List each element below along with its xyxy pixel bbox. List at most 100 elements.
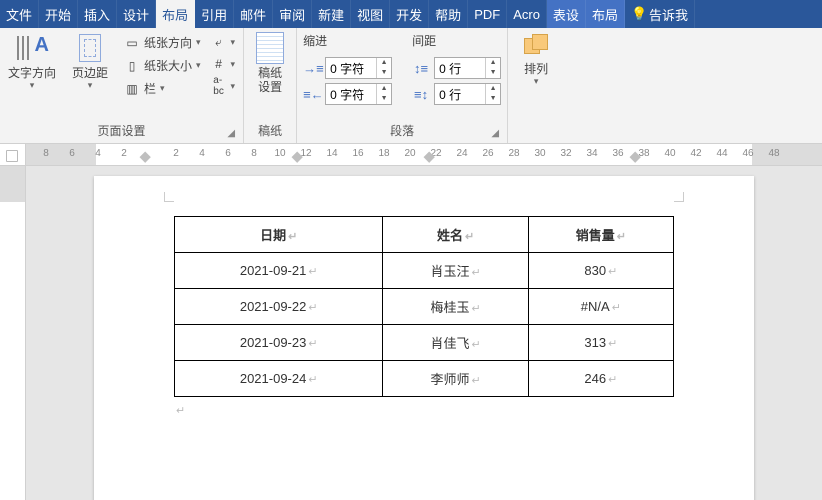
tab-mail[interactable]: 邮件 [234,0,273,28]
spacing-after-input[interactable] [435,87,485,101]
tab-layout[interactable]: 布局 [156,0,195,28]
document-table[interactable]: 日期↵姓名↵销售量↵ 2021-09-21↵肖玉汪↵830↵2021-09-22… [174,216,674,397]
table-cell[interactable]: 李师师↵ [383,361,528,397]
tab-table-design[interactable]: 表设 [547,0,586,28]
table-cell[interactable]: 2021-09-21↵ [175,253,383,289]
chevron-down-icon: ▾ [88,80,93,91]
margin-guide [674,192,684,202]
indent-left-input[interactable] [326,61,376,75]
paragraph-launcher[interactable]: ◢ [491,128,499,139]
margins-button[interactable]: 页边距 ▾ [64,32,116,91]
spin-down[interactable]: ▼ [377,94,391,104]
indent-marker-left[interactable] [140,152,151,163]
tab-file[interactable]: 文件 [0,0,39,28]
spin-up[interactable]: ▲ [486,84,500,94]
table-row[interactable]: 2021-09-21↵肖玉汪↵830↵ [175,253,674,289]
group-arrange: 排列 ▾ [508,28,564,143]
chevron-down-icon: ▾ [30,80,35,91]
margins-icon [76,32,104,64]
document-page[interactable]: 日期↵姓名↵销售量↵ 2021-09-21↵肖玉汪↵830↵2021-09-22… [94,176,754,500]
ruler-number: 30 [534,148,545,159]
chevron-down-icon: ▾ [231,37,236,48]
table-cell[interactable]: 313↵ [528,325,673,361]
spin-down[interactable]: ▼ [486,94,500,104]
table-cell[interactable]: 2021-09-23↵ [175,325,383,361]
orientation-button[interactable]: ▭ 纸张方向 ▾ [122,32,203,53]
ruler-number: 8 [43,148,49,159]
ruler-corner[interactable] [0,144,25,166]
table-cell[interactable]: 肖玉汪↵ [383,253,528,289]
horizontal-ruler[interactable]: 8642246810121416182022242628303234363840… [26,144,822,166]
vertical-ruler-column [0,144,26,500]
vertical-ruler[interactable] [0,166,25,500]
tab-tell-me[interactable]: 💡 告诉我 [625,0,695,28]
table-row[interactable]: 2021-09-24↵李师师↵246↵ [175,361,674,397]
ruler-number: 42 [690,148,701,159]
ruler-number: 4 [95,148,101,159]
tab-home[interactable]: 开始 [39,0,78,28]
tab-view[interactable]: 视图 [351,0,390,28]
paper-size-button[interactable]: ▯ 纸张大小 ▾ [122,55,203,76]
breaks-button[interactable]: ⤶ ▾ [209,32,238,52]
spacing-before-input[interactable] [435,61,485,75]
table-header-cell[interactable]: 姓名↵ [383,217,528,253]
spin-up[interactable]: ▲ [377,84,391,94]
tab-design[interactable]: 设计 [117,0,156,28]
tab-new[interactable]: 新建 [312,0,351,28]
table-cell[interactable]: #N/A↵ [528,289,673,325]
breaks-icon: ⤶ [211,34,227,50]
arrange-button[interactable]: 排列 ▾ [514,32,558,87]
spin-down[interactable]: ▼ [377,68,391,78]
spin-down[interactable]: ▼ [486,68,500,78]
ruler-number: 32 [560,148,571,159]
ruler-number: 8 [251,148,257,159]
text-direction-icon: A [17,32,47,64]
gaozhi-button[interactable]: 稿纸 设置 [250,32,290,95]
tab-acrobat[interactable]: Acro [507,0,547,28]
table-row[interactable]: 2021-09-23↵肖佳飞↵313↵ [175,325,674,361]
table-row[interactable]: 2021-09-22↵梅桂玉↵#N/A↵ [175,289,674,325]
document-scroll[interactable]: 日期↵姓名↵销售量↵ 2021-09-21↵肖玉汪↵830↵2021-09-22… [26,166,822,500]
paper-size-label: 纸张大小 [144,57,192,74]
columns-button[interactable]: ▥ 栏 ▾ [122,78,203,99]
tab-insert[interactable]: 插入 [78,0,117,28]
ruler-number: 10 [274,148,285,159]
tab-help[interactable]: 帮助 [429,0,468,28]
tab-references[interactable]: 引用 [195,0,234,28]
indent-right-input[interactable] [326,87,376,101]
tab-review[interactable]: 审阅 [273,0,312,28]
indent-left-spinner[interactable]: ▲▼ [325,57,392,79]
arrange-label: 排列 [524,62,548,76]
spin-up[interactable]: ▲ [486,58,500,68]
margins-label: 页边距 [72,66,108,80]
ruler-number: 46 [742,148,753,159]
page-setup-launcher[interactable]: ◢ [227,128,235,139]
table-cell[interactable]: 肖佳飞↵ [383,325,528,361]
table-cell[interactable]: 2021-09-22↵ [175,289,383,325]
ruler-number: 4 [199,148,205,159]
spacing-before-icon: ↕≡ [412,61,430,76]
table-cell[interactable]: 246↵ [528,361,673,397]
ruler-number: 6 [69,148,75,159]
chevron-down-icon: ▾ [231,59,236,70]
line-numbers-button[interactable]: # ▾ [209,54,238,74]
spacing-after-spinner[interactable]: ▲▼ [434,83,501,105]
tab-table-layout[interactable]: 布局 [586,0,625,28]
spacing-before-spinner[interactable]: ▲▼ [434,57,501,79]
margin-guide [164,192,174,202]
hyphenation-icon: a-bc [211,78,227,94]
ruler-number: 6 [225,148,231,159]
table-header-cell[interactable]: 销售量↵ [528,217,673,253]
tell-me-label: 告诉我 [649,5,688,24]
workspace: 8642246810121416182022242628303234363840… [0,144,822,500]
table-header-cell[interactable]: 日期↵ [175,217,383,253]
indent-right-spinner[interactable]: ▲▼ [325,83,392,105]
hyphenation-button[interactable]: a-bc ▾ [209,76,238,96]
tab-pdf[interactable]: PDF [468,0,507,28]
text-direction-button[interactable]: A 文字方向 ▾ [6,32,58,91]
table-cell[interactable]: 梅桂玉↵ [383,289,528,325]
spin-up[interactable]: ▲ [377,58,391,68]
tab-developer[interactable]: 开发 [390,0,429,28]
table-cell[interactable]: 830↵ [528,253,673,289]
table-cell[interactable]: 2021-09-24↵ [175,361,383,397]
